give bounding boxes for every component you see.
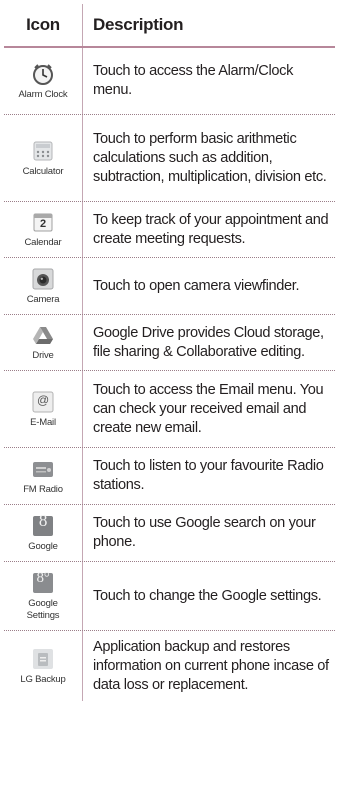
icon-cell: LG Backup	[4, 631, 82, 701]
icon-cell: Camera	[4, 258, 82, 314]
icon-cell: 2 Calendar	[4, 202, 82, 257]
description-cell: Touch to use Google search on your phone…	[82, 505, 335, 561]
description-cell: Touch to access the Alarm/Clock menu.	[82, 48, 335, 114]
icon-label: Calculator	[22, 165, 64, 177]
icon-cell: 8 Google	[4, 505, 82, 561]
fm-radio-icon	[31, 457, 55, 481]
google-settings-icon-glyph: 8°	[36, 569, 50, 586]
icon-cell: Calculator	[4, 115, 82, 201]
email-icon-at: @	[37, 392, 49, 407]
icon-cell: FM Radio	[4, 448, 82, 504]
icon-cell: Alarm Clock	[4, 48, 82, 114]
description-cell: Touch to perform basic arithmetic calcul…	[82, 115, 335, 201]
table-row: Camera Touch to open camera viewfinder.	[4, 258, 335, 315]
description-cell: Touch to access the Email menu. You can …	[82, 371, 335, 447]
table-row: FM Radio Touch to listen to your favouri…	[4, 448, 335, 505]
description-cell: Touch to open camera viewfinder.	[82, 258, 335, 314]
icon-label: LG Backup	[20, 673, 66, 685]
icon-label: Google	[28, 540, 58, 552]
icon-label: Calendar	[24, 237, 62, 248]
description-cell: To keep track of your appointment and cr…	[82, 202, 335, 257]
google-icon: 8	[31, 510, 55, 538]
alarm-clock-icon	[31, 62, 55, 86]
icon-label: Drive	[32, 350, 54, 361]
icon-label: E-Mail	[30, 416, 56, 428]
icon-cell: 8° Google Settings	[4, 562, 82, 630]
icon-cell: @ E-Mail	[4, 371, 82, 447]
description-column-header: Description	[82, 4, 335, 46]
apps-table: Icon Description Alarm Clock Touch to ac…	[4, 4, 335, 701]
camera-icon	[31, 267, 55, 291]
icon-label: FM Radio	[23, 483, 63, 495]
google-settings-icon: 8°	[31, 569, 55, 595]
table-row: LG Backup Application backup and restore…	[4, 631, 335, 701]
table-row: Alarm Clock Touch to access the Alarm/Cl…	[4, 48, 335, 115]
icon-cell: Drive	[4, 315, 82, 370]
icon-column-header: Icon	[26, 15, 60, 34]
calendar-icon-number: 2	[40, 218, 46, 230]
description-cell: Touch to change the Google settings.	[82, 562, 335, 630]
table-row: 8° Google Settings Touch to change the G…	[4, 562, 335, 631]
calculator-icon	[31, 139, 55, 163]
icon-label: Google Settings	[26, 597, 60, 621]
calendar-icon: 2	[31, 210, 55, 234]
table-row: @ E-Mail Touch to access the Email menu.…	[4, 371, 335, 448]
table-row: 2 Calendar To keep track of your appoint…	[4, 202, 335, 258]
table-header: Icon Description	[4, 4, 335, 46]
description-cell: Application backup and restores informat…	[82, 631, 335, 701]
icon-label: Camera	[26, 293, 60, 305]
google-icon-glyph: 8	[38, 510, 48, 530]
email-icon: @	[31, 390, 55, 414]
drive-icon	[31, 323, 55, 347]
description-cell: Google Drive provides Cloud storage, fil…	[82, 315, 335, 370]
icon-label: Alarm Clock	[18, 88, 68, 100]
lg-backup-icon	[31, 647, 55, 671]
table-row: Calculator Touch to perform basic arithm…	[4, 115, 335, 202]
description-cell: Touch to listen to your favourite Radio …	[82, 448, 335, 504]
table-row: Drive Google Drive provides Cloud storag…	[4, 315, 335, 371]
table-row: 8 Google Touch to use Google search on y…	[4, 505, 335, 562]
